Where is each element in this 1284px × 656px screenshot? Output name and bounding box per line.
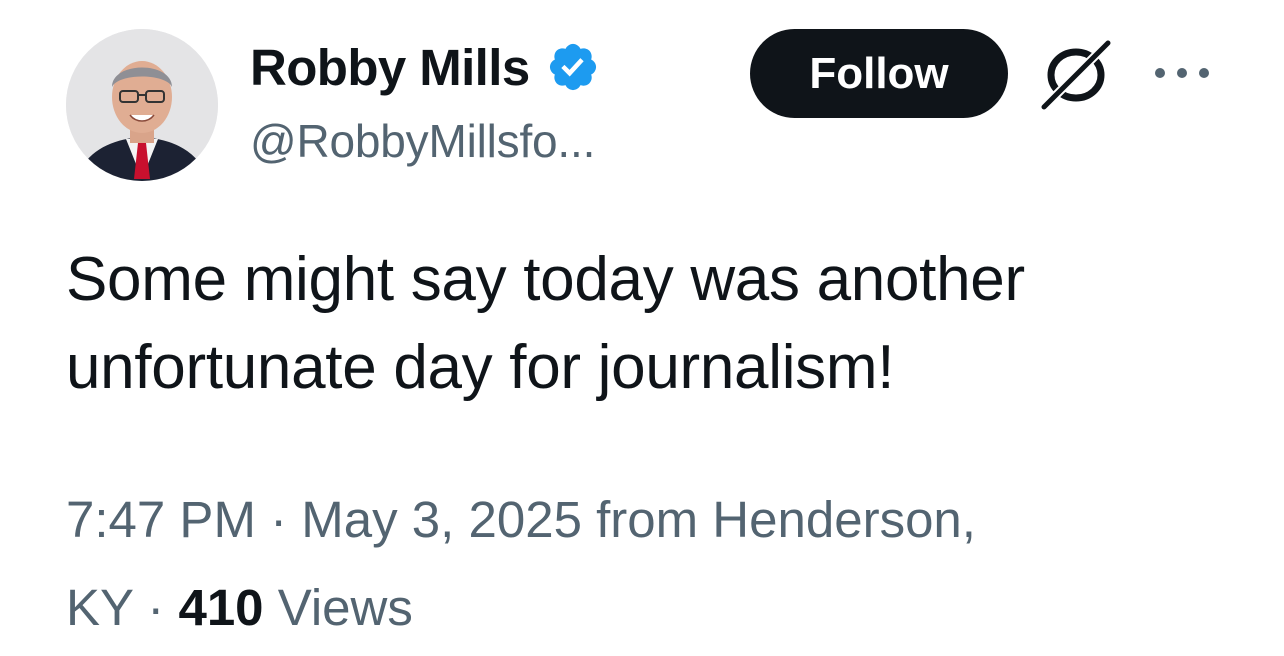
tweet-text-line: Some might say today was another: [66, 245, 1025, 314]
tweet-meta: 7:47 PM · May 3, 2025 from Henderson, KY…: [66, 476, 1216, 652]
author-handle[interactable]: @RobbyMillsfo...: [250, 114, 595, 168]
author-display-name[interactable]: Robby Mills: [250, 38, 530, 97]
tweet-text: Some might say today was another unfortu…: [66, 236, 1216, 412]
meta-line-1: 7:47 PM · May 3, 2025 from Henderson,: [66, 476, 1216, 564]
views-label: Views: [277, 579, 413, 636]
tweet-text-line: unfortunate day for journalism!: [66, 333, 895, 402]
grok-icon[interactable]: [1036, 37, 1116, 112]
verified-badge-icon[interactable]: [546, 40, 600, 94]
more-options-icon[interactable]: [1150, 58, 1214, 88]
tweet-card: Robby Mills @RobbyMillsfo... Follow Some…: [0, 0, 1284, 656]
follow-button[interactable]: Follow: [750, 29, 1008, 118]
meta-line-2: KY · 410 Views: [66, 564, 1216, 652]
tweet-location-state: KY: [66, 579, 134, 636]
meta-separator: ·: [270, 491, 288, 548]
tweet-date[interactable]: May 3, 2025: [301, 491, 582, 548]
meta-separator: ·: [147, 579, 165, 636]
avatar-image: [66, 29, 218, 181]
avatar[interactable]: [66, 29, 218, 181]
author-name-row[interactable]: Robby Mills: [250, 34, 600, 100]
views-count[interactable]: 410: [178, 579, 263, 636]
tweet-location: from Henderson,: [596, 491, 976, 548]
tweet-time[interactable]: 7:47 PM: [66, 491, 256, 548]
